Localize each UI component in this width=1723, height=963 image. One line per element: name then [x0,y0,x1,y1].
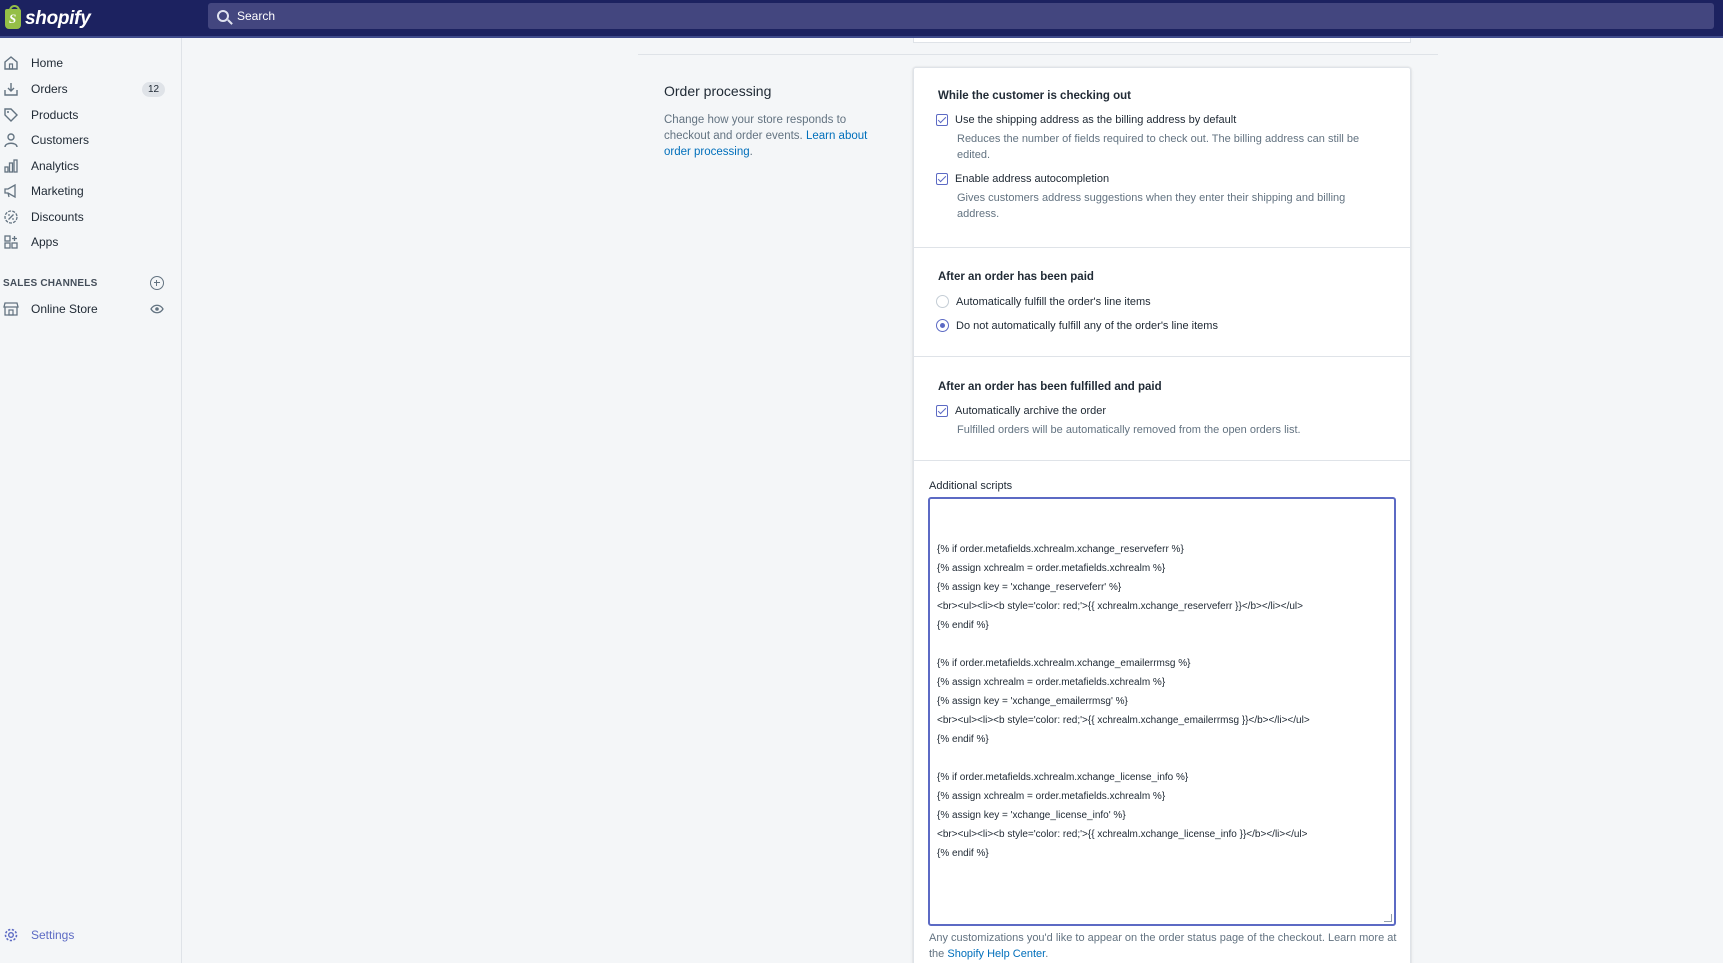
no-auto-fulfill-radio[interactable] [936,319,949,332]
section-title: Order processing [664,83,772,99]
script-line: {% endif %} [937,848,989,859]
tag-icon [4,108,18,122]
additional-scripts-textarea[interactable]: {% if order.metafields.xchrealm.xchange_… [928,497,1396,926]
no-auto-fulfill-label: Do not automatically fulfill any of the … [956,319,1218,332]
checkout-section: While the customer is checking out Use t… [914,68,1410,248]
learn-more-period: . [749,146,753,158]
script-line: <br><ul><li><b style='color: red;'>{{ xc… [937,601,1303,612]
search-placeholder: Search [237,9,276,23]
section-divider [638,54,1438,55]
sidebar: Home Orders 12 Products Customers Analyt… [0,38,182,963]
orders-count-badge: 12 [142,81,165,97]
autocomplete-checkbox[interactable] [936,173,948,185]
script-line: {% endif %} [937,620,989,631]
apps-icon [4,235,18,249]
sidebar-item-analytics[interactable]: Analytics [0,155,182,177]
billing-address-option[interactable]: Use the shipping address as the billing … [936,114,1236,126]
sidebar-item-label: Home [31,56,64,70]
sidebar-item-label: Settings [31,928,75,942]
archive-order-option[interactable]: Automatically archive the order [936,405,1106,417]
top-bar: shopify Search [0,0,1723,38]
orders-icon [4,83,18,96]
no-auto-fulfill-option[interactable]: Do not automatically fulfill any of the … [936,319,1218,332]
shopify-bag-icon [5,4,21,29]
script-line: {% if order.metafields.xchrealm.xchange_… [937,658,1191,669]
script-line: {% assign key = 'xchange_reserveferr' %} [937,582,1122,593]
sidebar-item-settings[interactable]: Settings [0,924,182,946]
add-sales-channel-icon[interactable] [150,276,164,290]
script-line [937,635,1388,654]
auto-fulfill-radio[interactable] [936,295,949,308]
previous-card-edge [913,38,1411,43]
billing-address-checkbox[interactable] [936,114,948,126]
sidebar-item-label: Marketing [31,184,84,198]
sales-channels-header: SALES CHANNELS [3,278,98,289]
brand-name: shopify [25,7,91,29]
archive-order-checkbox[interactable] [936,405,948,417]
script-line: {% if order.metafields.xchrealm.xchange_… [937,544,1184,555]
home-icon [4,56,18,70]
sidebar-item-label: Online Store [31,302,98,316]
checkout-section-title: While the customer is checking out [938,90,1131,102]
billing-address-label: Use the shipping address as the billing … [955,114,1237,126]
script-line: {% assign key = 'xchange_emailerrmsg' %} [937,696,1128,707]
shopify-help-center-link[interactable]: Shopify Help Center [947,948,1045,960]
shopify-logo[interactable]: shopify [0,0,182,37]
person-icon [4,133,18,148]
scripts-help-text: Any customizations you'd like to appear … [929,930,1399,962]
sidebar-item-home[interactable]: Home [0,52,182,74]
script-line: {% if order.metafields.xchrealm.xchange_… [937,772,1189,783]
code-lines: {% if order.metafields.xchrealm.xchange_… [937,540,1388,863]
autocomplete-label: Enable address autocompletion [955,173,1110,185]
auto-fulfill-option[interactable]: Automatically fulfill the order's line i… [936,295,1151,308]
sidebar-item-apps[interactable]: Apps [0,231,182,253]
sidebar-item-products[interactable]: Products [0,104,182,126]
paid-section: After an order has been paid Automatical… [914,248,1410,357]
script-line: <br><ul><li><b style='color: red;'>{{ xc… [937,715,1310,726]
paid-section-title: After an order has been paid [938,271,1094,283]
billing-address-help: Reduces the number of fields required to… [957,133,1360,161]
archive-order-label: Automatically archive the order [955,405,1107,417]
sidebar-item-label: Orders [31,82,68,96]
script-line [937,749,1388,768]
search-input[interactable]: Search [208,3,1714,29]
resize-handle[interactable] [1384,914,1392,922]
section-description: Change how your store responds to checko… [664,112,879,160]
sidebar-item-discounts[interactable]: Discounts [0,206,182,228]
bar-chart-icon [4,159,18,173]
auto-fulfill-label: Automatically fulfill the order's line i… [956,295,1151,308]
sidebar-item-label: Apps [31,235,59,249]
script-line: {% assign xchrealm = order.metafields.xc… [937,563,1166,574]
sidebar-item-label: Analytics [31,159,80,173]
megaphone-icon [4,183,16,199]
autocomplete-option[interactable]: Enable address autocompletion [936,173,1109,185]
discount-icon [4,210,18,224]
sidebar-item-label: Customers [31,133,90,147]
search-icon [217,10,229,22]
gear-icon [4,928,18,942]
script-line: {% assign xchrealm = order.metafields.xc… [937,791,1166,802]
fulfilled-section-title: After an order has been fulfilled and pa… [938,381,1162,393]
script-line: {% assign key = 'xchange_license_info' %… [937,810,1126,821]
script-line: {% assign xchrealm = order.metafields.xc… [937,677,1166,688]
archive-order-help: Fulfilled orders will be automatically r… [957,424,1301,436]
script-line: <br><ul><li><b style='color: red;'>{{ xc… [937,829,1308,840]
sidebar-item-label: Discounts [31,210,84,224]
additional-scripts-label: Additional scripts [929,480,1013,492]
sidebar-item-label: Products [31,108,79,122]
sidebar-item-marketing[interactable]: Marketing [0,180,182,202]
help-period: . [1045,948,1049,960]
store-icon [3,302,19,316]
script-line: {% endif %} [937,734,989,745]
sidebar-item-customers[interactable]: Customers [0,129,182,151]
eye-icon[interactable] [150,304,164,314]
autocomplete-help: Gives customers address suggestions when… [957,192,1346,220]
fulfilled-section: After an order has been fulfilled and pa… [914,357,1410,461]
sidebar-item-orders[interactable]: Orders 12 [0,78,182,100]
